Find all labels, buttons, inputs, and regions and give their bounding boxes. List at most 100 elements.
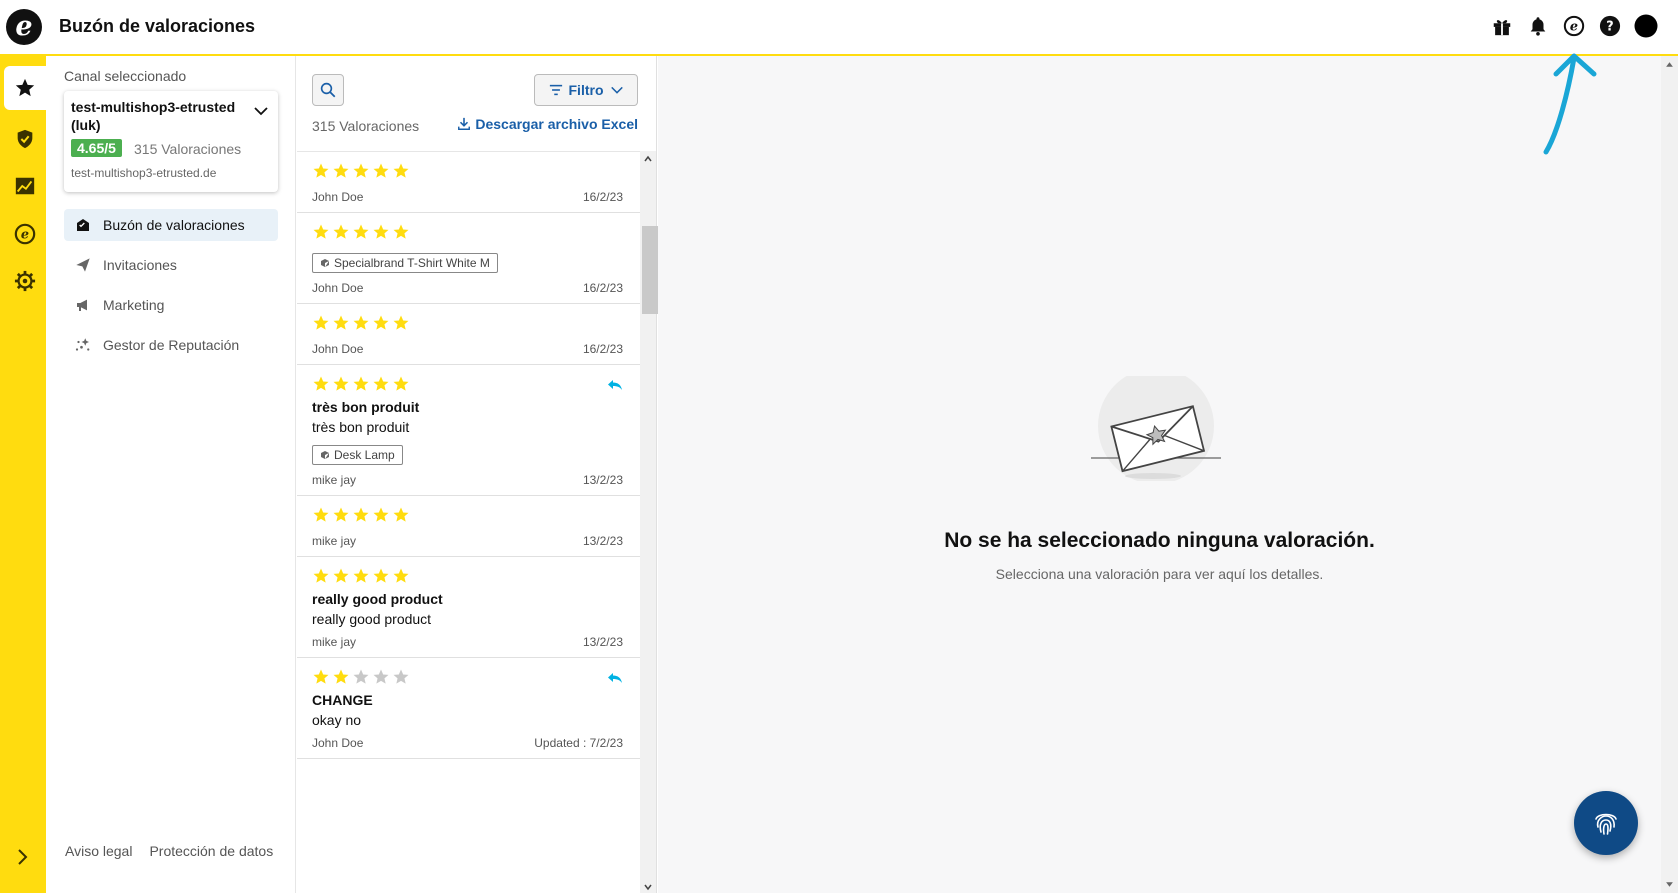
sidebar-item-reputation-manager[interactable]: Gestor de Reputación: [64, 329, 278, 361]
scroll-up-icon[interactable]: [1665, 60, 1674, 69]
sparkle-icon: [74, 336, 92, 354]
star-icon: [333, 376, 349, 391]
star-icon: [393, 669, 409, 684]
review-author: mike jay: [312, 635, 357, 649]
star-icon: [393, 163, 409, 178]
privacy-link[interactable]: Protección de datos: [149, 843, 273, 859]
list-scrollbar[interactable]: [640, 151, 658, 893]
star-icon: [313, 568, 329, 583]
review-title: really good product: [312, 591, 443, 607]
avatar[interactable]: [1634, 14, 1658, 38]
inbox-icon: [74, 216, 92, 234]
chevron-down-icon: [253, 103, 269, 119]
review-meta: mike jay 13/2/23: [312, 534, 623, 556]
review-item[interactable]: John Doe 16/2/23: [297, 304, 640, 365]
review-item[interactable]: très bon produit très bon produit Desk Lam…: [297, 365, 640, 496]
page-title: Buzón de valoraciones: [59, 16, 256, 36]
filter-button[interactable]: Filtro: [534, 74, 638, 106]
review-author: mike jay: [312, 534, 357, 548]
rail-reviews[interactable]: [4, 66, 46, 110]
review-item[interactable]: mike jay 13/2/23: [297, 496, 640, 557]
star-icon: [333, 669, 349, 684]
review-author: John Doe: [312, 281, 364, 295]
star-icon: [373, 669, 389, 684]
review-meta: John Doe 16/2/23: [312, 190, 623, 212]
gift-icon[interactable]: [1490, 14, 1514, 38]
help-icon[interactable]: ?: [1598, 14, 1622, 38]
bell-icon[interactable]: [1526, 14, 1550, 38]
etrusted-logo[interactable]: e: [6, 9, 42, 45]
star-icon: [313, 507, 329, 522]
review-meta: John Doe Updated : 7/2/23: [312, 736, 623, 758]
expand-rail-button[interactable]: [10, 845, 34, 869]
download-excel-link[interactable]: Descargar archivo Excel: [457, 116, 638, 132]
review-list: John Doe 16/2/23 Specialbrand T-Shirt Whit…: [297, 151, 640, 893]
star-icon: [373, 224, 389, 239]
fingerprint-chat-button[interactable]: [1574, 791, 1638, 855]
score-badge: 4.65/5: [71, 139, 122, 157]
top-bar: e Buzón de valoraciones e ?: [0, 0, 1678, 56]
rail-analytics[interactable]: [4, 164, 46, 208]
gear-icon: [14, 270, 36, 292]
scroll-up-icon[interactable]: [644, 155, 652, 163]
list-scrollbar-thumb[interactable]: [642, 226, 658, 314]
star-icon: [313, 224, 329, 239]
star-icon: [333, 507, 349, 522]
star-rating: [312, 506, 623, 526]
reply-icon: [607, 670, 623, 686]
star-icon: [353, 163, 369, 178]
sidebar-item-label: Invitaciones: [103, 257, 177, 273]
channel-selector[interactable]: test-multishop3-etrusted (luk) 4.65/5 31…: [64, 91, 278, 192]
search-button[interactable]: [312, 74, 344, 106]
star-rating: [312, 375, 623, 395]
review-date: 16/2/23: [582, 281, 623, 295]
search-icon: [320, 82, 336, 98]
star-icon: [333, 163, 349, 178]
star-rating: [312, 162, 623, 182]
product-tag: Specialbrand T-Shirt White M: [312, 253, 498, 273]
review-body: okay no: [312, 712, 362, 728]
svg-text:e: e: [1570, 20, 1578, 35]
sidebar-nav: Buzón de valoraciones Invitaciones Marke…: [64, 209, 278, 369]
left-rail: e: [0, 56, 46, 893]
star-icon: [333, 315, 349, 330]
review-date: 16/2/23: [582, 342, 623, 356]
scroll-down-icon[interactable]: [644, 883, 652, 891]
empty-state-subtitle: Selecciona una valoración para ver aquí …: [995, 566, 1324, 582]
rail-etrusted[interactable]: e: [4, 212, 46, 256]
star-icon: [313, 163, 329, 178]
review-item[interactable]: John Doe 16/2/23: [297, 152, 640, 213]
review-item[interactable]: really good product really good product mi…: [297, 557, 640, 658]
page-scrollbar[interactable]: [1661, 56, 1678, 893]
star-rating: [312, 567, 623, 587]
star-icon: [353, 315, 369, 330]
review-body: really good product: [312, 611, 432, 627]
sidebar-footer: Aviso legal Protección de datos: [65, 843, 273, 859]
etrusted-icon[interactable]: e: [1562, 14, 1586, 38]
star-icon: [353, 507, 369, 522]
annotation-arrow: [1543, 53, 1597, 155]
review-item[interactable]: CHANGE okay no John Doe Updated : 7/2/23: [297, 658, 640, 759]
rail-settings[interactable]: [4, 259, 46, 303]
sidebar-item-marketing[interactable]: Marketing: [64, 289, 278, 321]
legal-notice-link[interactable]: Aviso legal: [65, 843, 132, 859]
tag-icon: [321, 451, 329, 459]
review-item[interactable]: Specialbrand T-Shirt White M John Doe 16/2…: [297, 213, 640, 304]
review-author: John Doe: [312, 736, 364, 750]
star-icon: [15, 78, 35, 97]
review-author: mike jay: [312, 473, 357, 487]
rail-trustbadge[interactable]: [4, 117, 46, 161]
chart-icon: [15, 177, 35, 195]
sidebar-item-invitations[interactable]: Invitaciones: [64, 249, 278, 281]
review-meta: John Doe 16/2/23: [312, 281, 623, 303]
star-icon: [373, 376, 389, 391]
sidebar-item-review-inbox[interactable]: Buzón de valoraciones: [64, 209, 278, 241]
filter-label: Filtro: [568, 82, 604, 98]
review-detail-panel: No se ha seleccionado ninguna valoración…: [658, 56, 1661, 893]
star-icon: [313, 669, 329, 684]
empty-state-title: No se ha seleccionado ninguna valoración…: [944, 529, 1375, 552]
sidebar-item-label: Gestor de Reputación: [103, 337, 240, 353]
review-date: 13/2/23: [582, 473, 623, 487]
scroll-down-icon[interactable]: [1665, 880, 1674, 889]
star-icon: [313, 376, 329, 391]
